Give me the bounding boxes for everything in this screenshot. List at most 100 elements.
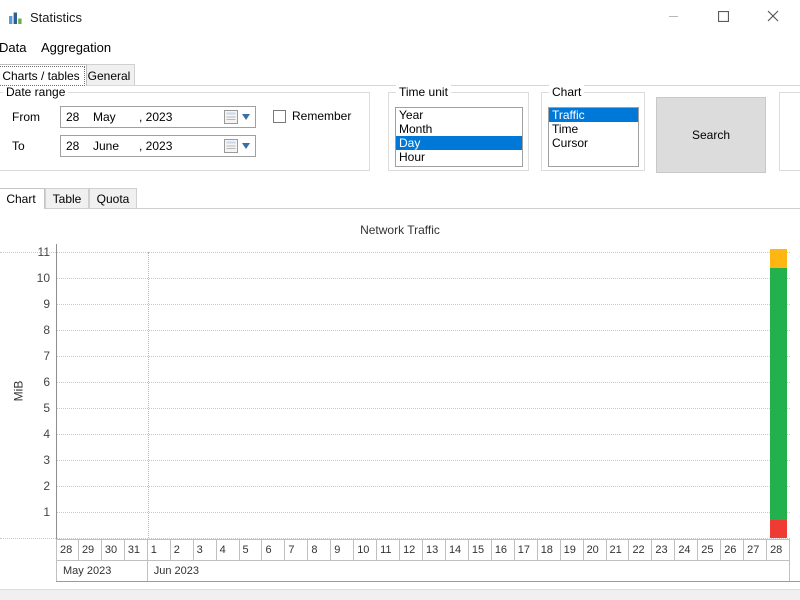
close-button[interactable] [750,0,796,32]
gridline [56,278,790,279]
to-label: To [12,139,25,153]
calendar-dropdown-icon[interactable] [223,138,253,154]
x-axis-day-cell: 4 [216,539,240,561]
chart-option-traffic[interactable]: Traffic [549,108,638,122]
y-axis-tick-label: 4 [43,427,50,441]
y-axis-tick-label: 10 [36,271,50,285]
x-axis-day-cell: 26 [721,539,745,561]
tab-general[interactable]: General [83,64,135,86]
chart-title: Network Traffic [360,223,440,237]
gridline-top [0,252,790,253]
x-axis-day-cell: 21 [606,539,630,561]
tab-quota-label: Quota [96,192,130,206]
x-axis-day-cell: 8 [308,539,332,561]
extra-panel [779,92,800,171]
x-axis-day-row: 28 29 30 31 1 2 3 4 5 6 7 8 9 10 11 12 13 14 15 16 17 18 19 20 2… [56,539,790,561]
maximize-button[interactable] [700,0,746,32]
gridline [56,408,790,409]
y-axis-tick-label: 1 [43,505,50,519]
time-unit-listbox[interactable]: Year Month Day Hour [395,107,523,167]
gridline [56,512,790,513]
x-axis-day-cell: 5 [239,539,263,561]
y-axis-tick-label: 3 [43,453,50,467]
bar-chart-icon [8,10,24,26]
chart-bottom-rule [56,581,800,582]
x-axis-day-cell: 19 [560,539,584,561]
date-from-year: , 2023 [139,110,173,124]
tab-charts-tables[interactable]: Charts / tables [0,64,87,86]
close-icon [767,10,779,22]
x-axis-day-cell: 6 [262,539,286,561]
tab-quota[interactable]: Quota [89,188,137,209]
x-axis-day-cell: 12 [400,539,423,561]
date-to-year: , 2023 [139,139,173,153]
date-to-input[interactable]: 28 June , 2023 [60,135,256,157]
x-axis-month-cell: May 2023 [56,561,148,582]
from-label: From [12,110,40,124]
time-unit-option-month[interactable]: Month [396,122,522,136]
x-axis-day-cell: 2 [170,539,194,561]
top-tab-strip: Charts / tables General [0,64,800,86]
x-axis-day-cell: 31 [124,539,148,561]
remember-label: Remember [292,109,352,123]
x-axis-day-cell: 18 [537,539,561,561]
x-axis-day-cell: 15 [468,539,492,561]
menu-item-data[interactable]: Data [0,40,31,55]
bar-segment-download [770,267,788,520]
tab-table-label: Table [52,192,82,206]
search-button[interactable]: Search [656,97,766,173]
x-axis-day-cell: 13 [423,539,446,561]
x-axis-day-cell: 14 [445,539,469,561]
gridline [56,460,790,461]
minimize-button[interactable] [650,0,696,32]
x-axis-day-cell: 22 [629,539,653,561]
chart-option-cursor[interactable]: Cursor [549,136,638,150]
chart-select-listbox[interactable]: Traffic Time Cursor [548,107,639,167]
bar-segment-upload [770,249,788,268]
tab-general-label: General [87,68,131,83]
menu-bar: Data Aggregation [0,36,800,59]
x-axis-month-cell: Jun 2023 [147,561,790,582]
x-axis-day-cell: 27 [744,539,768,561]
month-boundary-line [147,252,149,538]
bar-segment-other [770,519,788,538]
inner-tab-strip: Chart Table Quota [0,188,800,209]
y-axis-tick-label: 8 [43,323,50,337]
x-axis-day-cell: 20 [583,539,607,561]
x-axis-day-cell: 1 [147,539,171,561]
date-range-group: Date range From 28 May , 2023 To 28 June… [0,85,370,171]
x-axis-day-cell: 7 [285,539,309,561]
gridline [56,382,790,383]
gridline [56,330,790,331]
x-axis-day-cell: 30 [101,539,125,561]
chart-option-time[interactable]: Time [549,122,638,136]
gridline [56,304,790,305]
calendar-dropdown-icon[interactable] [223,109,253,125]
chart-select-group: Chart Traffic Time Cursor [541,85,645,171]
x-axis-day-cell: 28 [56,539,79,561]
minimize-icon [668,11,679,22]
x-axis-day-cell: 9 [331,539,355,561]
tab-chart[interactable]: Chart [0,188,45,209]
x-axis-day-cell: 3 [193,539,217,561]
y-axis-tick-label: 5 [43,401,50,415]
x-axis-day-cell: 25 [698,539,722,561]
x-axis-day-cell: 17 [514,539,538,561]
y-axis-tick-label: 9 [43,297,50,311]
menu-item-aggregation[interactable]: Aggregation [36,40,116,55]
time-unit-group: Time unit Year Month Day Hour [388,85,529,171]
date-to-month: June [93,139,120,153]
date-range-group-label: Date range [3,85,69,99]
y-axis-line [56,244,57,542]
window-title: Statistics [30,10,83,25]
time-unit-option-hour[interactable]: Hour [396,150,522,164]
date-from-input[interactable]: 28 May , 2023 [60,106,256,128]
date-from-day: 28 [66,110,80,124]
tab-table[interactable]: Table [45,188,89,209]
date-to-day: 28 [66,139,80,153]
status-area [0,589,800,600]
remember-checkbox[interactable] [273,110,286,123]
time-unit-option-day[interactable]: Day [396,136,522,150]
time-unit-option-year[interactable]: Year [396,108,522,122]
gridline [56,486,790,487]
